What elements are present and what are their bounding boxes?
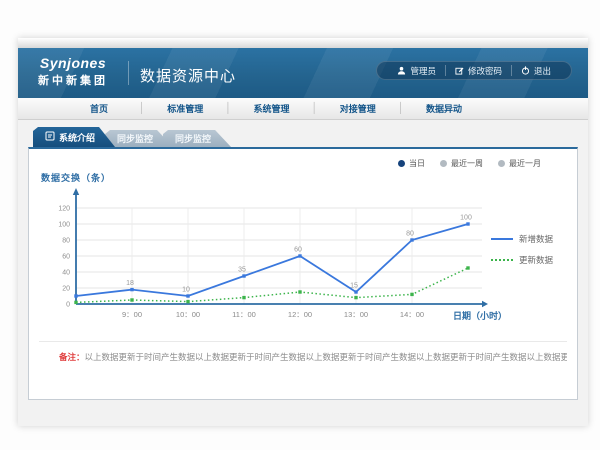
radio-today-label: 当日 (409, 158, 425, 169)
svg-text:100: 100 (58, 222, 70, 229)
edit-icon (455, 66, 464, 75)
y-axis-label: 数据交换（条） (41, 171, 111, 184)
radio-dot-icon (440, 160, 447, 167)
tab-sync-monitor-1[interactable]: 同步监控 (105, 130, 173, 147)
nav-separator: │ (312, 103, 318, 114)
radio-dot-icon (398, 160, 405, 167)
main-nav: 首页 │ 标准管理 │ 系统管理 │ 对接管理 │ 数据异动 (18, 98, 588, 120)
app-window: Synjones 新中新集团 数据资源中心 管理员 修改密码 (18, 38, 588, 426)
chart-legend: 新增数据 更新数据 (491, 233, 553, 266)
power-icon (521, 66, 530, 75)
dotted-line-swatch-icon (491, 259, 513, 261)
nav-item-home[interactable]: 首页 (70, 102, 128, 115)
legend-item-new-data[interactable]: 新增数据 (491, 233, 553, 245)
nav-separator: │ (225, 103, 231, 114)
nav-separator: │ (398, 103, 404, 114)
nav-item-interface-mgmt[interactable]: 对接管理 (329, 102, 387, 115)
footnote-text: 以上数据更新于时间产生数据以上数据更新于时间产生数据以上数据更新于时间产生数据以… (85, 352, 567, 362)
change-password-label: 修改密码 (468, 65, 502, 77)
tab-bar: 系统介绍 同步监控 同步监控 (33, 127, 231, 147)
tab-sync-monitor-2[interactable]: 同步监控 (163, 130, 231, 147)
legend-item-update-data[interactable]: 更新数据 (491, 254, 553, 266)
svg-text:80: 80 (62, 238, 70, 245)
radio-last-week-label: 最近一周 (451, 158, 483, 169)
nav-item-data-change[interactable]: 数据异动 (415, 102, 473, 115)
app-header: Synjones 新中新集团 数据资源中心 管理员 修改密码 (18, 48, 588, 98)
brand-logo: Synjones 新中新集团 (38, 55, 108, 88)
svg-text:14：00: 14：00 (400, 310, 424, 319)
x-axis-label: 日期（小时） (453, 309, 507, 322)
svg-text:11：00: 11：00 (232, 310, 256, 319)
tab-label: 同步监控 (117, 132, 153, 145)
brand-logo-en: Synjones (38, 55, 108, 71)
change-password-button[interactable]: 修改密码 (446, 65, 511, 77)
svg-text:18: 18 (126, 280, 134, 287)
radio-dot-icon (498, 160, 505, 167)
svg-text:80: 80 (406, 231, 414, 238)
document-icon (45, 131, 55, 143)
admin-user-button[interactable]: 管理员 (388, 65, 445, 77)
svg-text:100: 100 (460, 215, 472, 222)
legend-label: 新增数据 (519, 233, 553, 245)
admin-user-label: 管理员 (410, 65, 436, 77)
radio-last-month[interactable]: 最近一月 (498, 158, 541, 169)
tab-label: 同步监控 (175, 132, 211, 145)
svg-text:12：00: 12：00 (288, 310, 312, 319)
logout-button[interactable]: 退出 (512, 65, 560, 77)
legend-label: 更新数据 (519, 254, 553, 266)
svg-text:15: 15 (350, 283, 358, 290)
user-toolbar: 管理员 修改密码 退出 (376, 61, 572, 80)
svg-text:60: 60 (294, 247, 302, 254)
nav-item-standard-mgmt[interactable]: 标准管理 (156, 102, 214, 115)
svg-text:13：00: 13：00 (344, 310, 368, 319)
time-filter-group: 当日 最近一周 最近一月 (398, 158, 541, 169)
svg-text:10: 10 (182, 287, 190, 294)
solid-line-swatch-icon (491, 238, 513, 240)
user-icon (397, 66, 406, 75)
content-panel: 当日 最近一周 最近一月 数据交换（条） 0 20 40 60 80 100 120 9：00… (28, 147, 578, 400)
top-gradient-strip (18, 38, 588, 48)
svg-text:0: 0 (66, 302, 70, 309)
svg-text:9：00: 9：00 (122, 310, 142, 319)
svg-text:35: 35 (238, 267, 246, 274)
footnote: 备注：以上数据更新于时间产生数据以上数据更新于时间产生数据以上数据更新于时间产生… (59, 351, 567, 363)
svg-text:60: 60 (62, 254, 70, 261)
tab-system-intro[interactable]: 系统介绍 (33, 127, 115, 147)
svg-text:20: 20 (62, 286, 70, 293)
radio-today[interactable]: 当日 (398, 158, 425, 169)
note-divider (39, 341, 567, 342)
footnote-label: 备注： (59, 352, 85, 362)
chart-svg: 0 20 40 60 80 100 120 9：00 10：00 11：00 12：00 13：00 1… (46, 187, 498, 322)
grid-lines: 0 20 40 60 80 100 120 9：00 10：00 11：00 12：00 13：00 1… (58, 206, 482, 320)
screenshot-stage: Synjones 新中新集团 数据资源中心 管理员 修改密码 (0, 0, 600, 450)
radio-last-month-label: 最近一月 (509, 158, 541, 169)
nav-item-system-mgmt[interactable]: 系统管理 (243, 102, 301, 115)
header-divider (128, 61, 129, 85)
brand-logo-cn: 新中新集团 (38, 72, 108, 88)
svg-text:10：00: 10：00 (176, 310, 200, 319)
radio-last-week[interactable]: 最近一周 (440, 158, 483, 169)
svg-text:120: 120 (58, 206, 70, 213)
svg-text:40: 40 (62, 270, 70, 277)
nav-separator: │ (139, 103, 145, 114)
logout-label: 退出 (534, 65, 551, 77)
page-title: 数据资源中心 (140, 65, 236, 86)
tab-label: 系统介绍 (59, 131, 95, 144)
